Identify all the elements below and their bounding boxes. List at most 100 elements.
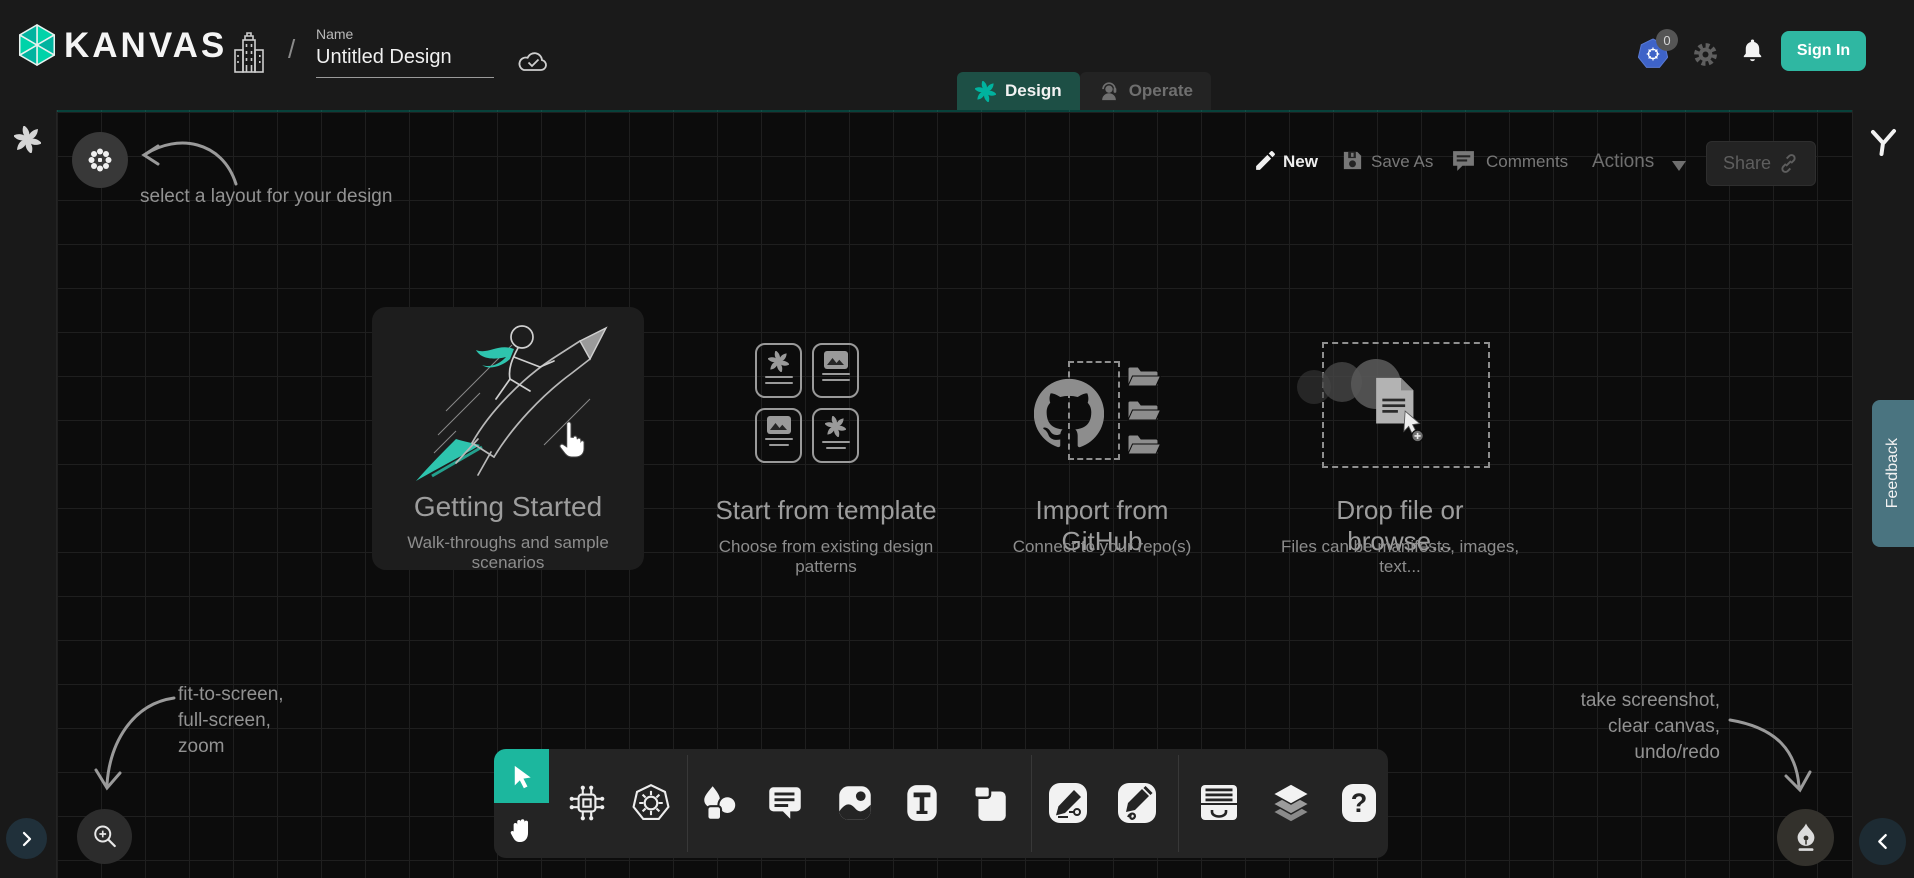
- save-as-button[interactable]: Save As: [1371, 152, 1433, 172]
- share-button-label: Share: [1723, 153, 1771, 174]
- history-drawer-button[interactable]: [1195, 779, 1243, 827]
- left-sidebar-rail: [0, 110, 57, 878]
- design-name-label: Name: [316, 26, 494, 42]
- meshery-spiral-icon: [825, 416, 846, 437]
- brand-wordmark: KANVAS: [64, 26, 227, 66]
- drop-document-icon: [1372, 375, 1430, 448]
- canvas-actions-hint-line: clear canvas,: [1540, 714, 1720, 740]
- actions-caret-icon[interactable]: [1672, 158, 1686, 176]
- freehand-pen-button[interactable]: [1777, 809, 1834, 866]
- toolbar-divider: [1031, 755, 1032, 852]
- settings-gear-icon[interactable]: [1692, 41, 1719, 73]
- comment-tool-button[interactable]: [761, 779, 809, 827]
- save-as-icon[interactable]: [1341, 149, 1364, 177]
- node-shape-tool-button[interactable]: [966, 779, 1014, 827]
- kubernetes-context-count-badge[interactable]: 0: [1656, 29, 1678, 51]
- repo-folder-icons: [1126, 364, 1162, 466]
- chip-icon: [566, 782, 608, 824]
- app-header: KANVAS / Name: [0, 0, 1914, 110]
- organization-icon[interactable]: [232, 32, 266, 81]
- image-icon: [767, 416, 791, 434]
- getting-started-title: Getting Started: [372, 491, 644, 523]
- help-button[interactable]: ?: [1335, 779, 1383, 827]
- comments-icon[interactable]: [1451, 149, 1476, 178]
- toolbar-divider: [687, 755, 688, 852]
- drawer-icon: [1197, 783, 1241, 823]
- assistant-y-icon[interactable]: [1868, 128, 1898, 163]
- canvas-actions-hint-line: undo/redo: [1540, 740, 1720, 766]
- import-from-github-subtitle: Connect to your repo(s): [1002, 537, 1202, 557]
- image-icon: [834, 782, 876, 824]
- new-design-icon[interactable]: [1253, 148, 1278, 178]
- node-with-tab-icon: [969, 782, 1011, 824]
- kubernetes-tool-button[interactable]: [627, 779, 675, 827]
- feedback-tab[interactable]: Feedback: [1872, 400, 1914, 547]
- rocket-rider-illustration: [394, 315, 624, 490]
- comment-bubble-icon: [764, 782, 806, 824]
- zoom-hint-line: fit-to-screen,: [178, 682, 284, 708]
- share-link-icon: [1778, 153, 1799, 174]
- pen-path-tool-button[interactable]: [1044, 779, 1092, 827]
- toolbar-divider: [1178, 755, 1179, 852]
- zoom-button[interactable]: [77, 809, 132, 864]
- design-spiral-icon: [975, 81, 996, 102]
- layers-button[interactable]: [1267, 779, 1315, 827]
- start-from-template-card[interactable]: Start from template Choose from existing…: [712, 307, 940, 570]
- tab-design-label: Design: [1005, 81, 1062, 101]
- start-from-template-subtitle: Choose from existing design patterns: [692, 537, 960, 577]
- svg-text:?: ?: [1351, 788, 1368, 818]
- chevron-right-icon: [18, 830, 36, 848]
- tab-operate[interactable]: Operate: [1080, 72, 1211, 110]
- expand-left-panel-button[interactable]: [6, 818, 47, 859]
- breadcrumb-separator: /: [288, 34, 295, 65]
- canvas-actions-hint-arrow: [1726, 710, 1814, 805]
- template-tile: [812, 408, 859, 463]
- kanvas-logo-icon[interactable]: [14, 22, 60, 73]
- new-design-button[interactable]: New: [1283, 152, 1318, 172]
- layout-hint-text: select a layout for your design: [140, 184, 392, 210]
- drop-file-subtitle: Files can be manifests, images, text...: [1270, 537, 1530, 577]
- start-from-template-title: Start from template: [712, 495, 940, 526]
- hand-cursor-icon: [554, 420, 588, 465]
- select-tool-button[interactable]: [494, 749, 549, 803]
- mode-tabs: Design Operate: [957, 72, 1211, 110]
- tab-operate-label: Operate: [1129, 81, 1193, 101]
- notifications-bell-icon[interactable]: [1740, 38, 1765, 72]
- getting-started-card[interactable]: Getting Started Walk-throughs and sample…: [372, 307, 644, 570]
- question-mark-icon: ?: [1337, 781, 1381, 825]
- layout-flower-icon: [86, 146, 114, 174]
- share-button[interactable]: Share: [1706, 141, 1816, 186]
- image-tool-button[interactable]: [831, 779, 879, 827]
- template-tile: [755, 408, 802, 463]
- design-name-input[interactable]: [316, 42, 494, 78]
- import-from-github-card[interactable]: Import from GitHub Connect to your repo(…: [1002, 307, 1202, 570]
- drop-file-card[interactable]: Drop file or browse... Files can be mani…: [1290, 307, 1510, 570]
- pen-path-icon: [1046, 781, 1090, 825]
- feedback-tab-label: Feedback: [1884, 438, 1902, 508]
- shapes-icon: [699, 782, 741, 824]
- zoom-hint-line: full-screen,: [178, 708, 284, 734]
- magnifier-plus-icon: [90, 822, 120, 852]
- pen-nib-icon: [1792, 822, 1820, 854]
- github-octocat-icon: [1034, 378, 1104, 453]
- layers-icon: [1269, 781, 1313, 825]
- design-name-field: Name: [316, 26, 494, 78]
- shapes-tool-button[interactable]: [696, 779, 744, 827]
- pan-tool-button[interactable]: [494, 803, 549, 858]
- text-t-icon: [901, 782, 943, 824]
- template-tile: [755, 343, 802, 398]
- select-layout-button[interactable]: [72, 132, 128, 188]
- meshery-spiral-icon[interactable]: [14, 126, 41, 158]
- tab-design[interactable]: Design: [957, 72, 1080, 110]
- cursor-arrow-icon: [509, 763, 535, 789]
- operator-headset-icon: [1098, 80, 1120, 102]
- comments-button[interactable]: Comments: [1486, 152, 1568, 172]
- components-tool-button[interactable]: [563, 779, 611, 827]
- image-icon: [824, 351, 848, 369]
- sign-in-button[interactable]: Sign In: [1781, 31, 1866, 71]
- actions-menu-button[interactable]: Actions: [1592, 151, 1654, 173]
- freehand-draw-tool-button[interactable]: [1113, 779, 1161, 827]
- text-tool-button[interactable]: [898, 779, 946, 827]
- hand-icon: [508, 816, 535, 846]
- collapse-right-panel-button[interactable]: [1859, 818, 1906, 865]
